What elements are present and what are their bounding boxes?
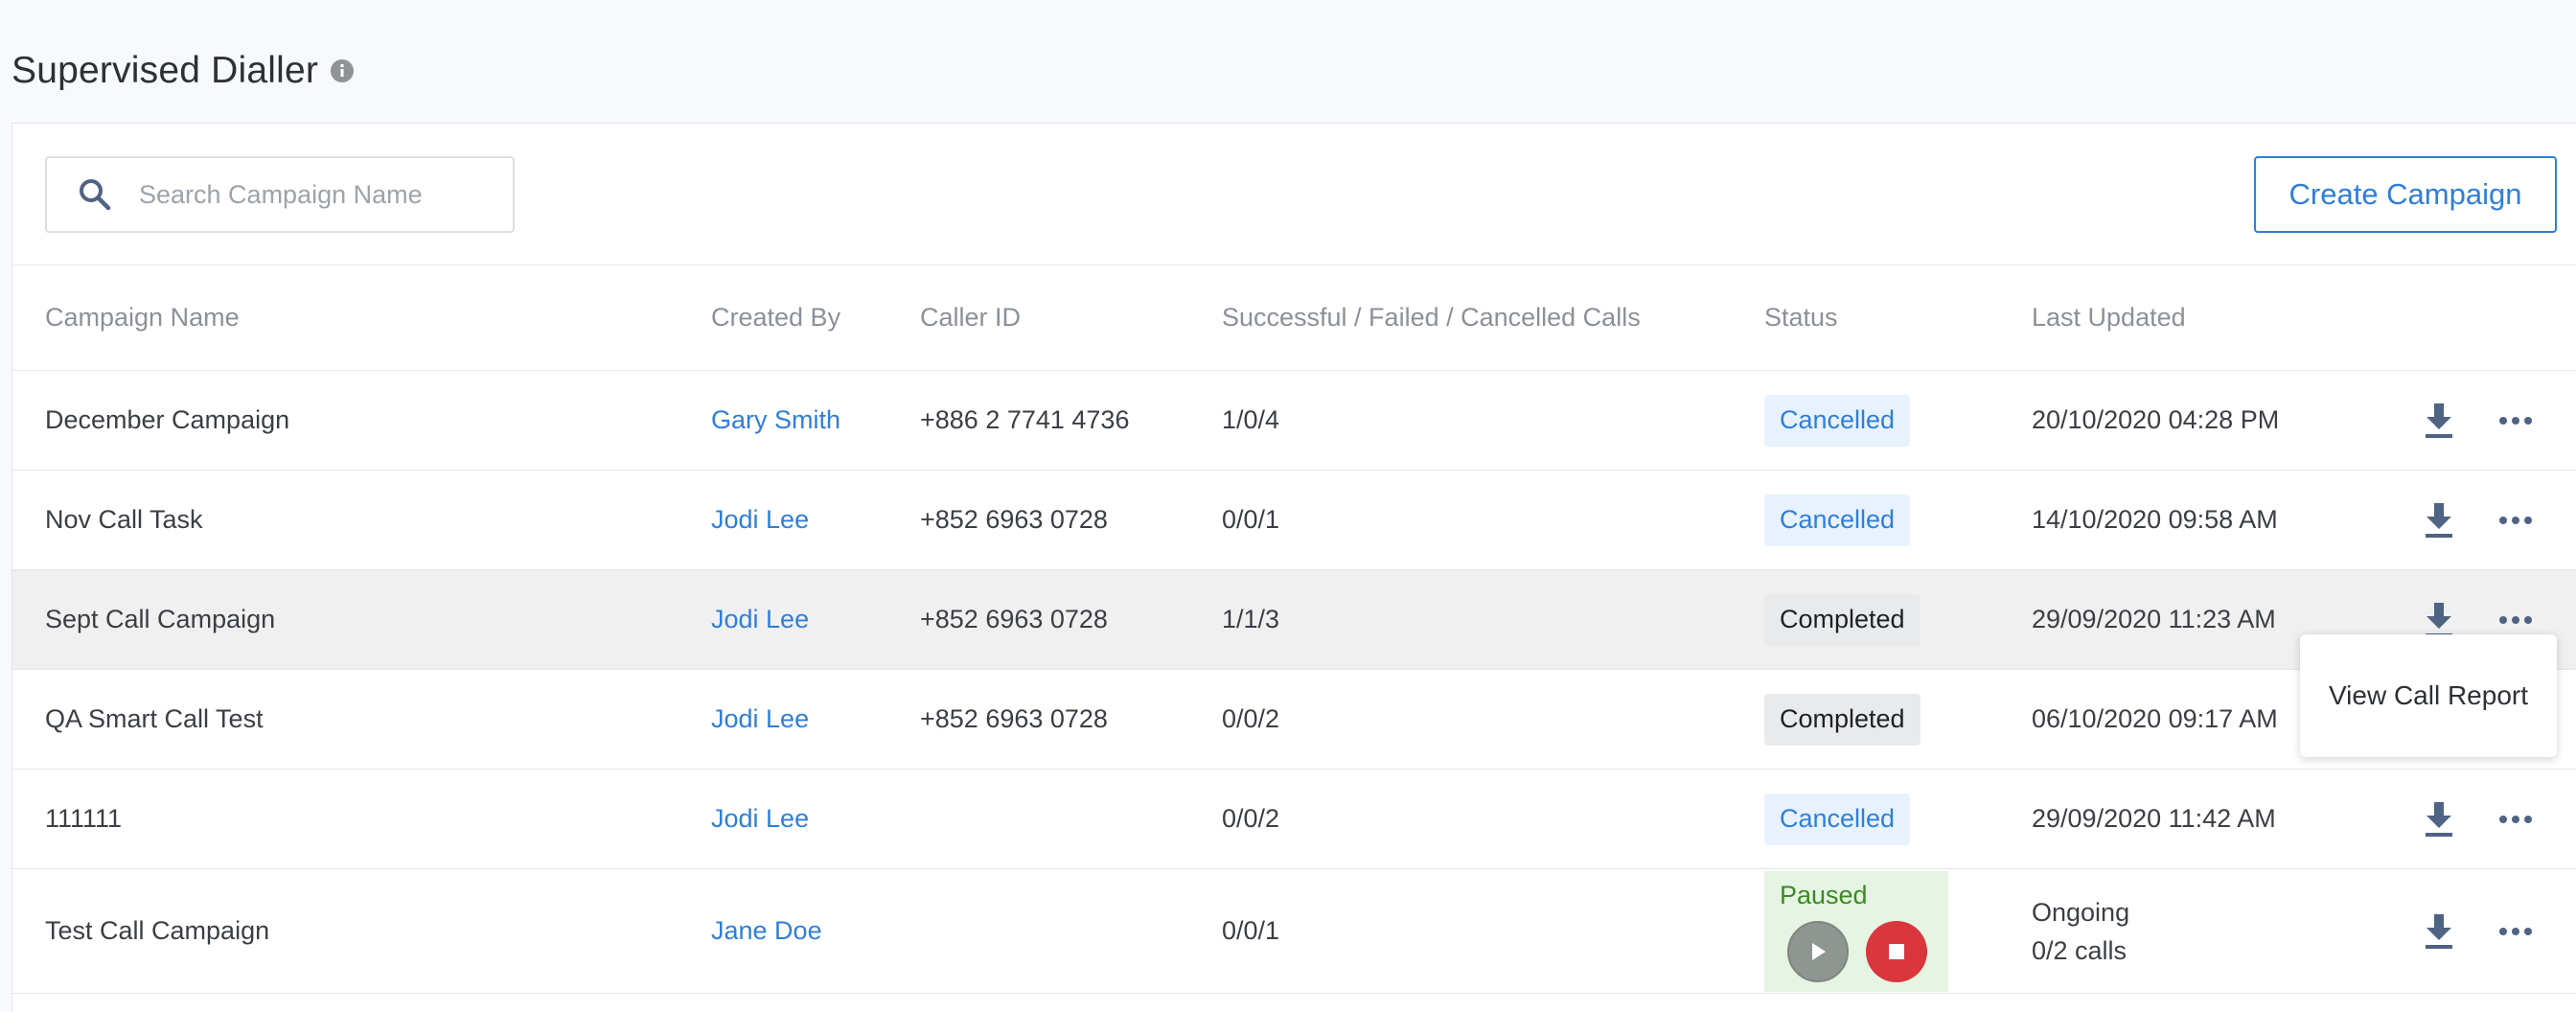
- ongoing-progress: 0/2 calls: [2032, 935, 2128, 965]
- last-updated: 29/09/2020 11:42 AM: [2032, 804, 2276, 833]
- campaign-name: QA Smart Call Test: [45, 704, 264, 733]
- status-badge: Cancelled: [1764, 793, 1911, 845]
- menu-item-view-call-report[interactable]: View Call Report: [2329, 680, 2528, 711]
- more-icon[interactable]: [2495, 400, 2537, 442]
- created-by-link[interactable]: Jodi Lee: [711, 471, 809, 569]
- table-row[interactable]: Nov Call Task Jodi Lee +852 6963 0728 0/…: [12, 471, 2576, 570]
- download-icon[interactable]: [2418, 910, 2460, 953]
- call-counts: 1/0/4: [1222, 405, 1280, 434]
- call-counts: 0/0/2: [1222, 804, 1280, 833]
- page-header: Supervised Dialler: [12, 44, 355, 98]
- toolbar: Create Campaign: [12, 124, 2576, 265]
- last-updated: 29/09/2020 11:23 AM: [2032, 605, 2276, 633]
- header-caller-id[interactable]: Caller ID: [920, 265, 1021, 370]
- more-icon[interactable]: [2495, 910, 2537, 953]
- header-last-updated[interactable]: Last Updated: [2032, 265, 2186, 370]
- campaign-name: Test Call Campaign: [45, 916, 270, 945]
- created-by-link[interactable]: Jodi Lee: [711, 770, 809, 868]
- table-row[interactable]: Test Call Campaign Jane Doe 0/0/1 Paused…: [12, 869, 2576, 994]
- campaign-name: Nov Call Task: [45, 505, 203, 534]
- stop-icon: [1889, 944, 1904, 959]
- download-icon[interactable]: [2418, 400, 2460, 442]
- status-badge: Completed: [1764, 693, 1920, 746]
- campaign-table: Campaign Name Created By Caller ID Succe…: [12, 265, 2576, 994]
- table-header: Campaign Name Created By Caller ID Succe…: [12, 265, 2576, 371]
- row-actions: [2418, 770, 2537, 868]
- ongoing-label: Ongoing: [2032, 897, 2130, 927]
- status-badge: Cancelled: [1764, 394, 1911, 447]
- play-icon: [1812, 943, 1826, 960]
- table-row[interactable]: December Campaign Gary Smith +886 2 7741…: [12, 371, 2576, 471]
- download-icon[interactable]: [2418, 499, 2460, 541]
- campaign-card: Create Campaign Campaign Name Created By…: [12, 123, 2576, 1012]
- more-icon[interactable]: [2495, 499, 2537, 541]
- search-icon: [76, 175, 114, 214]
- header-status[interactable]: Status: [1764, 265, 1838, 370]
- call-counts: 0/0/1: [1222, 505, 1280, 534]
- row-context-menu: View Call Report: [2300, 634, 2557, 757]
- caller-id: +852 6963 0728: [920, 605, 1108, 633]
- last-updated: 06/10/2020 09:17 AM: [2032, 704, 2278, 733]
- caller-id: +852 6963 0728: [920, 704, 1108, 733]
- caller-id: +886 2 7741 4736: [920, 405, 1130, 434]
- caller-id: +852 6963 0728: [920, 505, 1108, 534]
- campaign-name: December Campaign: [45, 405, 290, 434]
- status-label: Paused: [1780, 881, 1868, 909]
- play-button[interactable]: [1787, 921, 1849, 982]
- campaign-name: 111111: [45, 804, 123, 833]
- table-row[interactable]: Sept Call Campaign Jodi Lee +852 6963 07…: [12, 570, 2576, 670]
- call-counts: 1/1/3: [1222, 605, 1280, 633]
- search-box[interactable]: [45, 156, 515, 233]
- header-created-by[interactable]: Created By: [711, 265, 840, 370]
- status-badge: Cancelled: [1764, 494, 1911, 546]
- table-row[interactable]: 111111 Jodi Lee 0/0/2 Cancelled 29/09/20…: [12, 770, 2576, 869]
- created-by-link[interactable]: Gary Smith: [711, 371, 840, 470]
- info-icon[interactable]: [330, 58, 355, 83]
- header-campaign-name[interactable]: Campaign Name: [45, 265, 240, 370]
- paused-status-panel: Paused: [1764, 871, 1948, 992]
- create-campaign-button[interactable]: Create Campaign: [2254, 156, 2557, 233]
- call-counts: 0/0/2: [1222, 704, 1280, 733]
- call-counts: 0/0/1: [1222, 916, 1280, 945]
- status-badge: Completed: [1764, 593, 1920, 646]
- created-by-link[interactable]: Jodi Lee: [711, 570, 809, 669]
- last-updated: Ongoing 0/2 calls: [2032, 869, 2129, 993]
- last-updated: 14/10/2020 09:58 AM: [2032, 505, 2278, 534]
- more-icon[interactable]: [2495, 798, 2537, 840]
- header-calls[interactable]: Successful / Failed / Cancelled Calls: [1222, 265, 1641, 370]
- page-title: Supervised Dialler: [12, 50, 319, 91]
- stop-button[interactable]: [1866, 921, 1927, 982]
- search-input[interactable]: [139, 179, 484, 210]
- row-actions: [2418, 869, 2537, 993]
- created-by-link[interactable]: Jodi Lee: [711, 670, 809, 769]
- table-row[interactable]: QA Smart Call Test Jodi Lee +852 6963 07…: [12, 670, 2576, 770]
- campaign-name: Sept Call Campaign: [45, 605, 276, 633]
- last-updated: 20/10/2020 04:28 PM: [2032, 405, 2280, 434]
- created-by-link[interactable]: Jane Doe: [711, 869, 822, 993]
- row-actions: [2418, 371, 2537, 470]
- download-icon[interactable]: [2418, 798, 2460, 840]
- row-actions: [2418, 471, 2537, 569]
